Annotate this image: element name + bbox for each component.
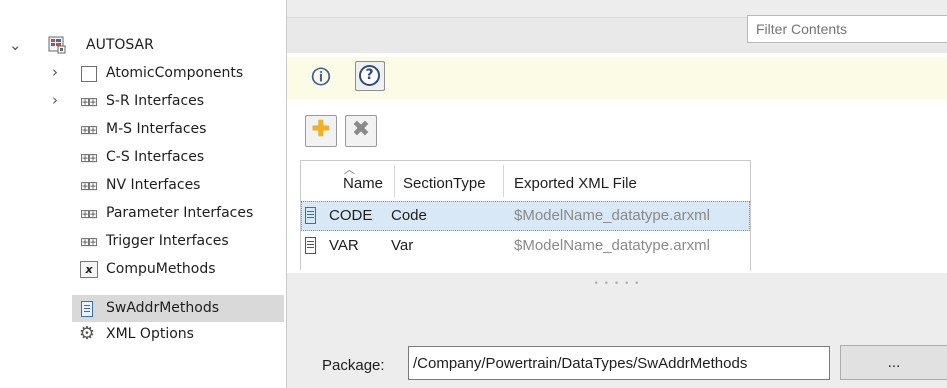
add-button[interactable]: ✚	[305, 115, 337, 147]
tree-item-label: CompuMethods	[106, 261, 216, 277]
splitter-grip[interactable]: • • • • •	[287, 279, 947, 289]
content-panel: 🛈 ? ✚ ✖ ︿ Name SectionType Exported XML …	[287, 0, 947, 388]
tree-item-label: AtomicComponents	[106, 65, 244, 81]
browse-button[interactable]: ...	[840, 345, 947, 380]
tree-item-sw-addr-methods[interactable]: SwAddrMethods	[72, 295, 284, 322]
tree-item-xml-options[interactable]: ⚙ XML Options	[0, 322, 286, 348]
cell-section-type: Code	[391, 207, 427, 224]
document-icon	[305, 237, 316, 254]
tree-item-cs-interfaces[interactable]: ⊞⊞ C-S Interfaces	[0, 145, 286, 171]
table-row[interactable]: VAR Var $ModelName_datatype.arxml	[301, 231, 750, 261]
package-panel: Package: ...	[287, 303, 947, 388]
column-header-name[interactable]: Name	[343, 175, 383, 192]
component-icon	[80, 65, 98, 83]
cell-xml-file: $ModelName_datatype.arxml	[514, 207, 710, 224]
tree-node-label: AUTOSAR	[86, 37, 154, 53]
table-row[interactable]: CODE Code $ModelName_datatype.arxml	[301, 201, 750, 231]
cell-xml-file: $ModelName_datatype.arxml	[514, 237, 710, 254]
tree-item-atomic-components[interactable]: › AtomicComponents	[0, 61, 286, 87]
autosar-package-icon	[48, 36, 66, 54]
tree-item-trigger-interfaces[interactable]: ⊞⊞ Trigger Interfaces	[0, 229, 286, 255]
tree-node-autosar[interactable]: ⌄ AUTOSAR	[0, 33, 286, 59]
tree-item-label: M-S Interfaces	[106, 121, 207, 137]
document-icon	[81, 301, 93, 317]
interface-icon: ⊞⊞	[80, 207, 98, 221]
chevron-right-icon[interactable]: ›	[52, 91, 58, 109]
cell-name: CODE	[329, 207, 373, 224]
add-icon: ✚	[311, 117, 331, 142]
filter-input[interactable]	[747, 15, 947, 43]
tree-item-label: S-R Interfaces	[106, 93, 205, 109]
help-button[interactable]: ?	[355, 61, 385, 91]
info-icon[interactable]: 🛈	[307, 63, 335, 91]
column-header-exported-xml-file[interactable]: Exported XML File	[514, 175, 637, 192]
column-header-section-type[interactable]: SectionType	[403, 175, 486, 192]
splitter[interactable]: • • • • •	[287, 273, 947, 303]
delete-icon: ✖	[351, 117, 371, 142]
info-bar: 🛈 ?	[287, 57, 947, 99]
tree-item-label: Parameter Interfaces	[106, 205, 254, 221]
chevron-down-icon[interactable]: ⌄	[9, 36, 22, 54]
cell-section-type: Var	[391, 237, 414, 254]
document-icon	[305, 207, 316, 224]
chevron-right-icon[interactable]: ›	[52, 63, 58, 81]
gear-icon: ⚙	[78, 323, 96, 344]
tree-panel: ⌄ AUTOSAR › AtomicComponents › ⊞⊞ S-R In…	[0, 0, 287, 388]
cell-name: VAR	[329, 237, 359, 254]
function-icon: x	[80, 261, 98, 278]
tree-top-strip	[0, 0, 286, 17]
tree-item-parameter-interfaces[interactable]: ⊞⊞ Parameter Interfaces	[0, 201, 286, 227]
interface-icon: ⊞⊞	[80, 95, 98, 109]
tree-item-label: XML Options	[106, 326, 194, 342]
interface-icon: ⊞⊞	[80, 235, 98, 249]
column-divider[interactable]	[394, 165, 395, 197]
interface-icon: ⊞⊞	[80, 123, 98, 137]
tree-item-label: Trigger Interfaces	[106, 233, 229, 249]
delete-button[interactable]: ✖	[345, 115, 377, 147]
interface-icon: ⊞⊞	[80, 179, 98, 193]
tree-item-label: SwAddrMethods	[106, 300, 219, 316]
tree-item-nv-interfaces[interactable]: ⊞⊞ NV Interfaces	[0, 173, 286, 199]
table-header: ︿ Name SectionType Exported XML File	[301, 161, 750, 201]
package-label: Package:	[322, 357, 385, 374]
package-input[interactable]	[408, 346, 830, 380]
tree-item-ms-interfaces[interactable]: ⊞⊞ M-S Interfaces	[0, 117, 286, 143]
tree-item-sr-interfaces[interactable]: › ⊞⊞ S-R Interfaces	[0, 89, 286, 115]
tree-item-compu-methods[interactable]: x CompuMethods	[0, 257, 286, 283]
column-divider[interactable]	[503, 165, 504, 197]
sw-addr-methods-table: ︿ Name SectionType Exported XML File COD…	[300, 160, 751, 270]
help-icon: ?	[359, 65, 380, 86]
tree-item-label: NV Interfaces	[106, 177, 201, 193]
tree-item-label: C-S Interfaces	[106, 149, 205, 165]
interface-icon: ⊞⊞	[80, 151, 98, 165]
